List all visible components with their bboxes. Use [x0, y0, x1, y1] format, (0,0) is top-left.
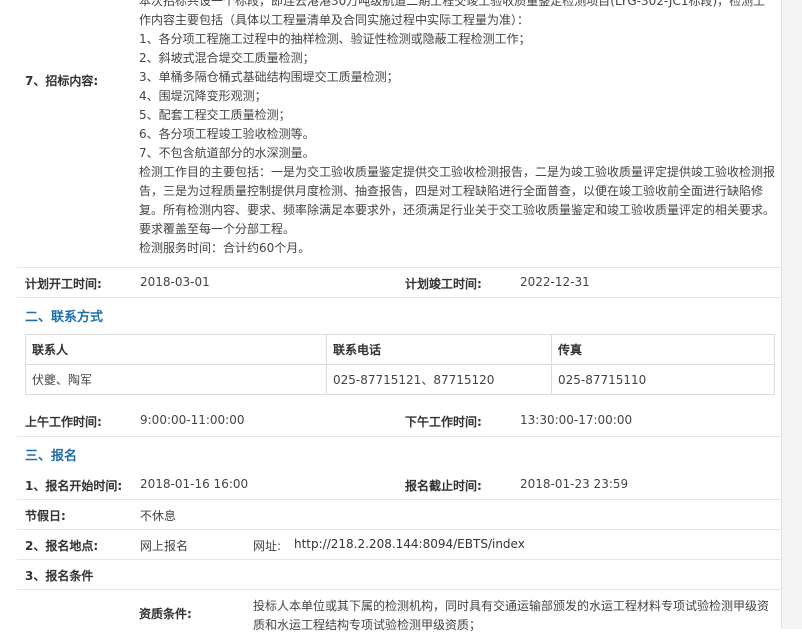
holiday-value: 不休息 [140, 509, 177, 523]
signup-place-label: 2、报名地点: [25, 539, 99, 553]
signup-end-value: 2018-01-23 23:59 [520, 477, 629, 491]
am-time-label: 上午工作时间: [25, 415, 102, 429]
table-header-row: 联系人 联系电话 传真 [25, 334, 775, 365]
document-frame: 7、招标内容: 本次招标共设一个标段，即连云港港30万吨级航道二期工程交竣工验收… [17, 0, 782, 632]
content-line: 本次招标共设一个标段，即连云港港30万吨级航道二期工程交竣工验收质量鉴定检测项目… [139, 0, 766, 8]
content-line: 检测工作目的主要包括：一是为交工验收质量鉴定提供交工验收检测报告，二是为竣工验收… [139, 165, 776, 179]
planned-start-label: 计划开工时间: [25, 277, 102, 291]
content-line: 复。所有检测内容、要求、频率除满足本要求外，还须满足行业关于交工验收质量鉴定和竣… [139, 203, 776, 217]
signup-place-value: 网上报名 [140, 539, 189, 553]
signup-conditions-row: 3、报名条件 [17, 559, 781, 590]
header-phone: 联系电话 [326, 334, 552, 365]
content-label: 7、招标内容: [25, 74, 99, 88]
url-label: 网址: [253, 539, 282, 553]
content-line: 3、单桶多隔仓桶式基础结构围堤交工质量检测； [139, 70, 399, 84]
signup-section-title: 三、报名 [25, 449, 78, 464]
content-line: 7、不包含航道部分的水深测量。 [139, 146, 315, 160]
header-fax: 传真 [551, 334, 775, 365]
signup-start-value: 2018-01-16 16:00 [140, 477, 249, 491]
header-contact-person: 联系人 [25, 334, 327, 365]
page-margin [782, 0, 802, 629]
signup-url-link[interactable]: http://218.2.208.144:8094/EBTS/index [294, 537, 525, 551]
holiday-label: 节假日: [25, 509, 66, 523]
content-row: 7、招标内容: 本次招标共设一个标段，即连云港港30万吨级航道二期工程交竣工验收… [17, 0, 781, 268]
content-line: 告，三是为过程质量控制提供月度检测、抽查报告，四是对工程缺陷进行全面普查，以便在… [139, 184, 764, 198]
content-line: 作内容主要包括（具体以工程量清单及合同实施过程中实际工程量为准）： [139, 13, 530, 27]
planned-end-label: 计划竣工时间: [405, 277, 482, 291]
qualification-label: 资质条件: [139, 607, 192, 621]
signup-time-row: 1、报名开始时间: 2018-01-16 16:00 报名截止时间: 2018-… [17, 469, 781, 500]
am-time-value: 9:00:00-11:00:00 [140, 413, 245, 427]
content-line: 6、各分项工程竣工验收检测等。 [139, 127, 315, 141]
planned-end-value: 2022-12-31 [520, 275, 590, 289]
holiday-row: 节假日: 不休息 [17, 499, 781, 530]
table-row: 伏夔、陶军 025-87715121、87715120 025-87715110 [25, 364, 775, 395]
content-line: 要求覆盖至每一个分部工程。 [139, 222, 296, 236]
content-line: 检测服务时间：合计约60个月。 [139, 241, 311, 255]
pm-time-label: 下午工作时间: [405, 415, 482, 429]
signup-end-label: 报名截止时间: [405, 479, 482, 493]
qualification-text: 投标人本单位或其下属的检测机构，同时具有交通运输部颁发的水运工程材料专项试验检测… [253, 597, 773, 635]
qualification-line: 质和水运工程结构专项试验检测甲级资质； [253, 618, 482, 632]
contact-phone: 025-87715121、87715120 [326, 364, 552, 395]
content-line: 5、配套工程交工质量检测； [139, 108, 291, 122]
content-line: 2、斜坡式混合堤交工质量检测； [139, 51, 315, 65]
content-text: 本次招标共设一个标段，即连云港港30万吨级航道二期工程交竣工验收质量鉴定检测项目… [139, 0, 779, 258]
signup-conditions-label: 3、报名条件 [25, 569, 94, 583]
content-line: 4、围堤沉降变形观测； [139, 89, 267, 103]
contact-fax: 025-87715110 [551, 364, 775, 395]
signup-place-row: 2、报名地点: 网上报名 网址: http://218.2.208.144:80… [17, 529, 781, 560]
pm-time-value: 13:30:00-17:00:00 [520, 413, 633, 427]
work-time-row: 上午工作时间: 9:00:00-11:00:00 下午工作时间: 13:30:0… [17, 404, 781, 437]
content-line: 1、各分项工程施工过程中的抽样检测、验证性检测或隐蔽工程检测工作； [139, 32, 531, 46]
schedule-row: 计划开工时间: 2018-03-01 计划竣工时间: 2022-12-31 [17, 267, 781, 298]
planned-start-value: 2018-03-01 [140, 275, 210, 289]
contact-section-title: 二、联系方式 [25, 310, 104, 325]
signup-start-label: 1、报名开始时间: [25, 479, 123, 493]
contact-person: 伏夔、陶军 [25, 364, 327, 395]
contacts-table: 联系人 联系电话 传真 伏夔、陶军 025-87715121、87715120 … [25, 334, 775, 395]
qualification-line: 投标人本单位或其下属的检测机构，同时具有交通运输部颁发的水运工程材料专项试验检测… [253, 599, 770, 613]
